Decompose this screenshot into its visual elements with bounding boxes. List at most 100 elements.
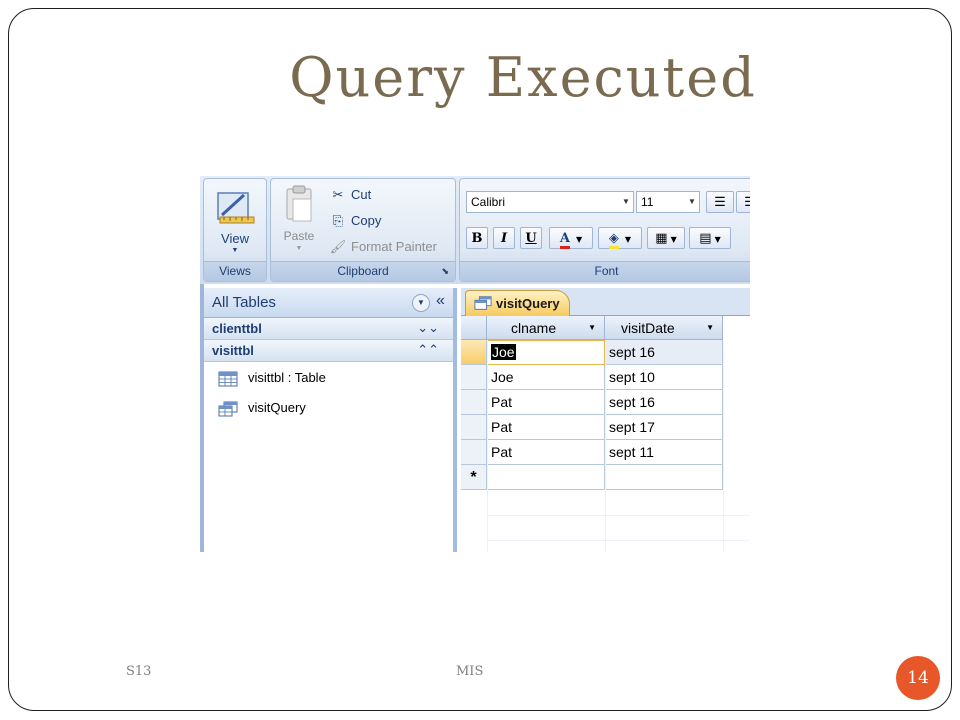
record-selector[interactable] [461,415,487,440]
paint-bucket-icon: ◈ [608,231,619,249]
new-record-cell[interactable] [487,465,605,490]
record-selector[interactable] [461,365,487,390]
record-selector[interactable] [461,340,487,365]
footer-left-text: S13 [126,664,152,679]
navigation-pane: All Tables ▼ « clienttbl ⌄⌄ visittbl ⌃⌃ … [204,288,457,552]
column-header-label: clname [511,320,557,336]
ribbon-group-clipboard: Paste ▼ ✂ Cut ⎘ Copy 🖌 Format Painter Clipb… [270,178,456,282]
align-left-icon: ☰ [714,195,726,210]
footer-center-text: MIS [456,664,484,679]
font-size-value: 11 [641,195,654,209]
copy-label: Copy [351,213,382,228]
align-center-button[interactable]: ☰ [736,191,750,213]
italic-button[interactable]: I [493,227,515,249]
table-icon [218,371,238,387]
design-view-icon [217,192,255,224]
paste-icon [286,185,312,222]
column-header-visitdate[interactable]: visitDate ▼ [605,316,723,340]
dialog-launcher-icon[interactable]: ⬊ [441,262,449,281]
view-button[interactable]: View ▼ [210,183,260,255]
format-painter-label: Format Painter [351,239,437,254]
nav-group-label: visittbl [212,343,254,358]
access-screenshot: View ▼ Views Paste ▼ ✂ Cut ⎘ Copy 🖌 Format … [200,176,750,552]
font-name-select[interactable]: Calibri ▼ [466,191,634,213]
view-label: View [221,231,249,246]
collapse-chevron-icon: ⌃⌃ [417,342,439,357]
nav-menu-chevron-icon[interactable]: ▼ [412,294,430,312]
bold-button[interactable]: B [466,227,488,249]
nav-pane-title: All Tables [212,294,276,311]
fill-color-button[interactable]: ◈ ▼ [598,227,642,249]
table-cell[interactable]: sept 10 [605,365,723,390]
nav-item-label: visittbl : Table [248,370,326,385]
font-name-value: Calibri [471,195,506,209]
document-tabstrip: visitQuery [461,288,750,316]
table-cell[interactable]: Joe [487,365,605,390]
align-left-button[interactable]: ☰ [706,191,734,213]
gridlines-button[interactable]: ▦ ▼ [647,227,685,249]
font-group-label: Font [460,261,750,281]
ribbon-group-views: View ▼ Views [203,178,267,282]
tab-visitquery[interactable]: visitQuery [465,290,570,316]
cut-button[interactable]: ✂ Cut [329,185,372,205]
copy-button[interactable]: ⎘ Copy [329,211,382,231]
chevron-down-icon: ▼ [670,235,677,244]
font-size-select[interactable]: 11 ▼ [636,191,700,213]
view-dropdown-icon[interactable]: ▼ [210,247,260,254]
column-header-clname[interactable]: clname ▼ [487,316,605,340]
empty-grid-line [487,540,750,541]
alternate-fill-icon: ▤ [699,231,712,246]
record-selector[interactable] [461,390,487,415]
datasheet-view: visitQuery clname ▼ visitDate ▼ Joe sept… [461,288,750,552]
column-header-label: visitDate [621,320,675,336]
nav-group-label: clienttbl [212,321,262,336]
paste-dropdown-icon[interactable]: ▼ [277,245,321,252]
table-cell[interactable]: Pat [487,440,605,465]
nav-group-visittbl[interactable]: visittbl ⌃⌃ [204,340,453,362]
table-cell[interactable]: Joe [487,340,605,365]
table-cell[interactable]: Pat [487,390,605,415]
chevron-down-icon[interactable]: ▼ [706,316,714,340]
nav-group-clienttbl[interactable]: clienttbl ⌄⌄ [204,318,453,340]
align-center-icon: ☰ [744,195,750,210]
chevron-down-icon[interactable]: ▼ [588,316,596,340]
font-color-icon: A [559,231,570,249]
record-selector[interactable] [461,440,487,465]
new-record-selector[interactable]: * [461,465,487,490]
paste-label: Paste [283,229,315,243]
chevron-down-icon: ▼ [714,235,721,244]
empty-grid-line [487,515,750,516]
expand-chevron-icon: ⌄⌄ [417,320,439,335]
nav-item-label: visitQuery [248,400,306,415]
table-cell[interactable]: Pat [487,415,605,440]
select-all-button[interactable] [461,316,487,340]
query-icon [474,296,492,310]
format-painter-button[interactable]: 🖌 Format Painter [329,237,437,257]
nav-item-visittbl-table[interactable]: visittbl : Table [218,368,326,388]
empty-grid-line [723,340,724,552]
table-cell[interactable]: sept 17 [605,415,723,440]
table-cell[interactable]: sept 16 [605,340,723,365]
query-icon [218,401,238,417]
nav-item-visitquery[interactable]: visitQuery [218,398,306,418]
font-color-button[interactable]: A ▼ [549,227,593,249]
underline-button[interactable]: U [520,227,542,249]
chevron-down-icon: ▼ [622,197,630,206]
ribbon-group-font: Calibri▼ 11▼ ☰ ☰ B I U A▼ ◈▼ ▦▼ ▤▼ Font [459,178,750,282]
shutter-bar-close-icon[interactable]: « [436,292,445,310]
tab-label: visitQuery [496,296,560,311]
chevron-down-icon: ▼ [624,235,632,244]
table-cell[interactable]: sept 11 [605,440,723,465]
empty-grid-line [487,340,488,552]
nav-pane-header[interactable]: All Tables ▼ « [204,288,453,318]
copy-icon: ⎘ [332,213,344,228]
clipboard-group-label: Clipboard ⬊ [271,261,455,281]
chevron-down-icon: ▼ [575,235,583,244]
gridlines-icon: ▦ [655,231,668,246]
paste-button[interactable]: Paste ▼ [277,183,321,255]
cut-label: Cut [351,187,372,202]
chevron-down-icon: ▼ [688,197,696,206]
alternate-fill-button[interactable]: ▤ ▼ [689,227,731,249]
new-record-cell[interactable] [605,465,723,490]
table-cell[interactable]: sept 16 [605,390,723,415]
